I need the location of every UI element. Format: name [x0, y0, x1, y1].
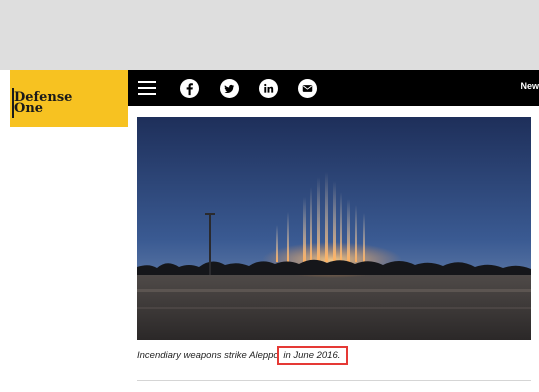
hamburger-icon[interactable] — [138, 81, 156, 95]
facebook-icon[interactable] — [180, 79, 199, 98]
caption-highlight: in June 2016. — [277, 346, 349, 365]
defense-one-logo[interactable]: Defense One — [10, 70, 128, 127]
linkedin-icon[interactable] — [259, 79, 278, 98]
article-photo — [137, 117, 531, 340]
photo-caption: Incendiary weapons strike Aleppo in June… — [137, 346, 531, 365]
content-divider — [137, 380, 531, 381]
site-navbar: New — [128, 70, 539, 106]
twitter-icon[interactable] — [220, 79, 239, 98]
top-gray-bar — [0, 0, 539, 70]
email-icon[interactable] — [298, 79, 317, 98]
nav-newsletter-link[interactable]: New — [520, 81, 539, 91]
page: Defense One New Incendiary weapons strik… — [0, 0, 539, 392]
caption-text: Incendiary weapons strike Aleppo — [137, 350, 279, 361]
